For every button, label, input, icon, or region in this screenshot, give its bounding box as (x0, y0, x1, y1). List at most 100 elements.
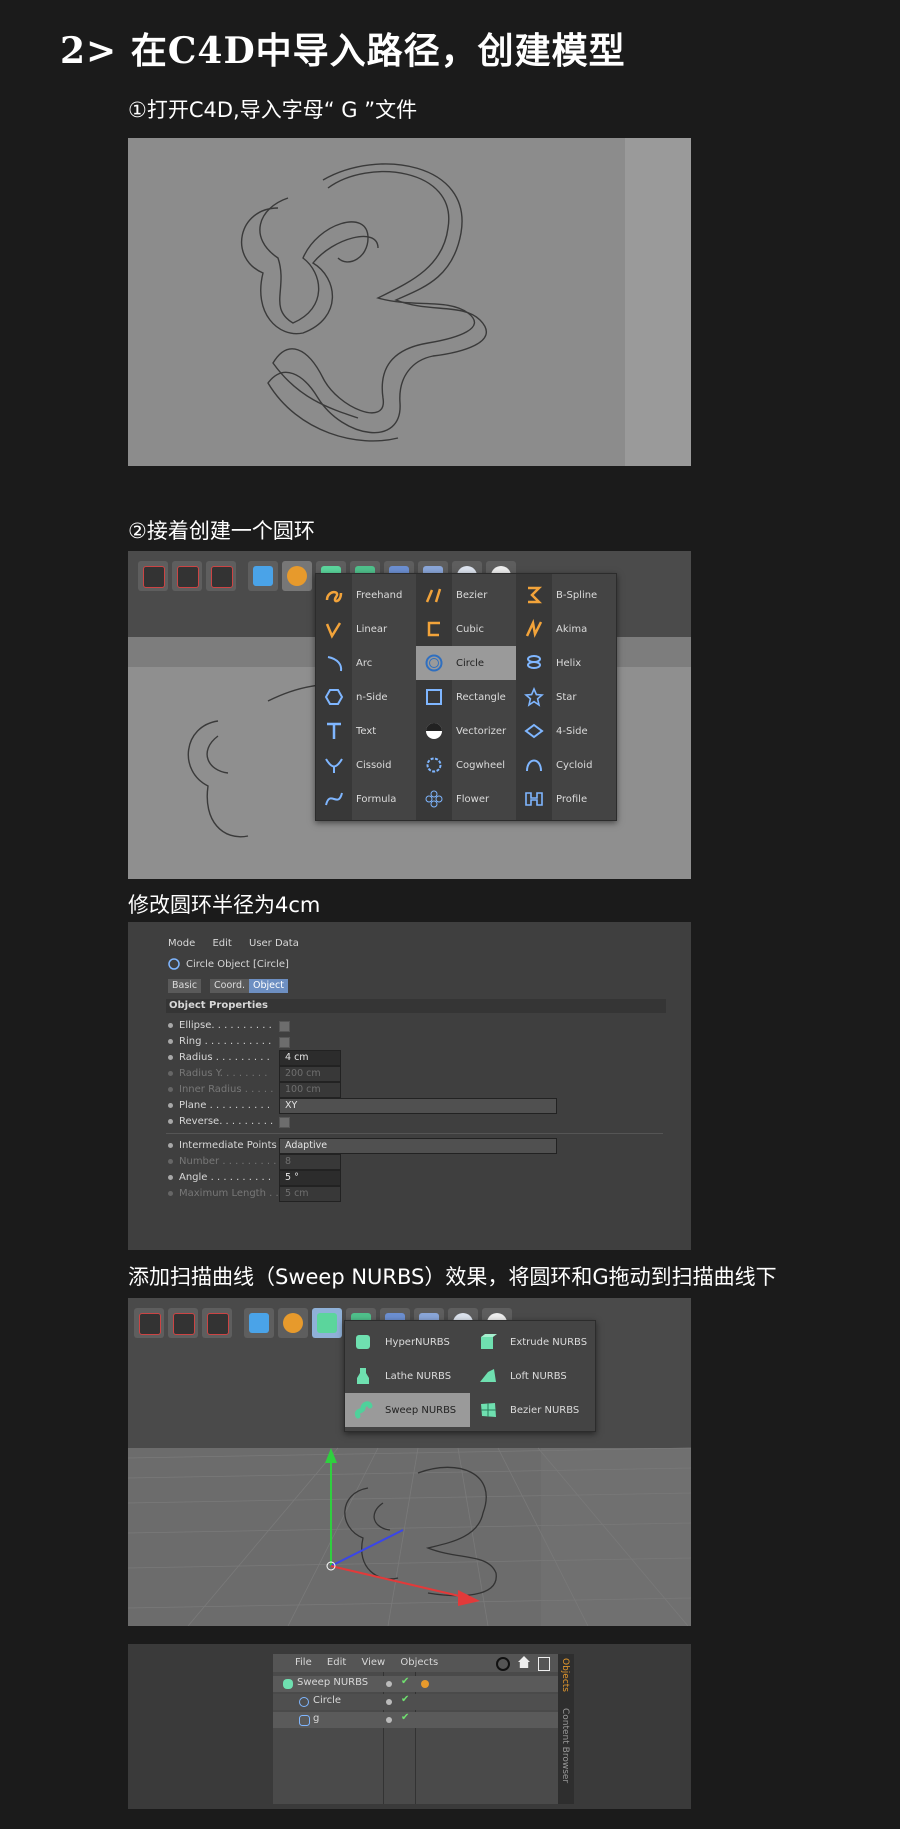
search-icon[interactable] (496, 1657, 510, 1671)
ring-checkbox[interactable] (279, 1037, 290, 1048)
menu-item-extrude-nurbs[interactable]: Extrude NURBS (470, 1325, 595, 1359)
animation-dot[interactable] (168, 1054, 173, 1060)
enabled-check-icon[interactable]: ✔ (401, 1694, 409, 1705)
new-window-icon[interactable] (538, 1657, 550, 1671)
section-header: Object Properties (166, 999, 666, 1013)
menu-item-4side[interactable]: 4-Side (516, 714, 616, 748)
row-plane: Plane . . . . . . . . . . (168, 1098, 270, 1114)
intermediate-points-dropdown[interactable]: Adaptive (279, 1138, 557, 1154)
tag-icon[interactable] (421, 1680, 429, 1688)
animation-dot[interactable] (168, 1118, 173, 1124)
menu-item-loft-nurbs[interactable]: Loft NURBS (470, 1359, 595, 1393)
row-label: Plane . . . . . . . . . . (179, 1100, 271, 1111)
row-label: Ellipse. . . . . . . . . . (179, 1020, 272, 1031)
object-name: Sweep NURBS (297, 1677, 369, 1688)
enabled-check-icon[interactable]: ✔ (401, 1676, 409, 1687)
object-title-text: Circle Object [Circle] (186, 959, 289, 970)
radius-field[interactable]: 4 cm (279, 1050, 341, 1066)
reverse-checkbox[interactable] (279, 1117, 290, 1128)
row-label: Radius Y. . . . . . . . (179, 1068, 268, 1079)
menu-item-cubic[interactable]: Cubic (416, 612, 516, 646)
side-tab-content-browser[interactable]: Content Browser (560, 1708, 570, 1783)
object-row-g[interactable]: g ✔ (273, 1712, 558, 1728)
menu-item-hypernurbs[interactable]: HyperNURBS (345, 1325, 470, 1359)
step-4-caption: 添加扫描曲线（Sweep NURBS）效果，将圆环和G拖动到扫描曲线下 (128, 1265, 777, 1289)
menu-item-lathe-nurbs[interactable]: Lathe NURBS (345, 1359, 470, 1393)
menu-item-freehand[interactable]: Freehand (316, 578, 416, 612)
menu-item-bezier-nurbs[interactable]: Bezier NURBS (470, 1393, 595, 1427)
menu-label: Text (356, 725, 377, 737)
tab-basic[interactable]: Basic (168, 979, 202, 993)
layer-dot[interactable] (386, 1699, 392, 1705)
menu-label: Sweep NURBS (385, 1404, 457, 1416)
row-label: Reverse. . . . . . . . . (179, 1116, 274, 1127)
home-icon[interactable] (518, 1656, 530, 1668)
menu-user-data[interactable]: User Data (249, 938, 299, 949)
menu-item-akima[interactable]: Akima (516, 612, 616, 646)
menu-item-flower[interactable]: Flower (416, 782, 516, 816)
row-ring: Ring . . . . . . . . . . . (168, 1034, 271, 1050)
menu-label: Freehand (356, 589, 403, 601)
menu-label: 4-Side (556, 725, 588, 737)
menu-item-profile[interactable]: Profile (516, 782, 616, 816)
object-row-sweep[interactable]: Sweep NURBS ✔ (273, 1676, 558, 1692)
row-label: Ring . . . . . . . . . . . (179, 1036, 272, 1047)
inner-radius-field: 100 cm (279, 1082, 341, 1098)
menu-item-text[interactable]: Text (316, 714, 416, 748)
tab-coord[interactable]: Coord. (210, 979, 250, 993)
cissoid-icon (322, 753, 346, 777)
menu-item-linear[interactable]: Linear (316, 612, 416, 646)
animation-dot[interactable] (168, 1022, 173, 1028)
animation-dot[interactable] (168, 1142, 173, 1148)
menu-item-star[interactable]: Star (516, 680, 616, 714)
menu-label: Star (556, 691, 577, 703)
angle-field[interactable]: 5 ° (279, 1170, 341, 1186)
animation-dot[interactable] (168, 1102, 173, 1108)
menu-view[interactable]: View (361, 1657, 385, 1668)
layer-dot[interactable] (386, 1717, 392, 1723)
radius-y-field: 200 cm (279, 1066, 341, 1082)
menu-file[interactable]: File (295, 1657, 312, 1668)
spline-icon (299, 1715, 310, 1726)
layer-dot[interactable] (386, 1681, 392, 1687)
menu-item-helix[interactable]: Helix (516, 646, 616, 680)
rectangle-icon (422, 685, 446, 709)
menu-item-bezier[interactable]: Bezier (416, 578, 516, 612)
menu-item-nside[interactable]: n-Side (316, 680, 416, 714)
ellipse-checkbox[interactable] (279, 1021, 290, 1032)
menu-item-arc[interactable]: Arc (316, 646, 416, 680)
object-name: g (313, 1713, 320, 1724)
menu-item-bspline[interactable]: B-Spline (516, 578, 616, 612)
menu-label: Circle (456, 657, 485, 669)
spline-create-menu: Freehand Linear Arc n-Side Text Cissoid … (315, 573, 617, 821)
menu-item-cycloid[interactable]: Cycloid (516, 748, 616, 782)
object-menu-bar: File Edit View Objects (273, 1654, 558, 1672)
enabled-check-icon[interactable]: ✔ (401, 1712, 409, 1723)
menu-label: HyperNURBS (385, 1336, 450, 1348)
animation-dot (168, 1190, 173, 1196)
object-row-circle[interactable]: Circle ✔ (273, 1694, 558, 1710)
menu-item-sweep-nurbs[interactable]: Sweep NURBS (345, 1393, 470, 1427)
plane-dropdown[interactable]: XY (279, 1098, 557, 1114)
tab-object[interactable]: Object (249, 979, 288, 993)
menu-objects[interactable]: Objects (400, 1657, 438, 1668)
flower-icon (422, 787, 446, 811)
menu-edit[interactable]: Edit (212, 938, 231, 949)
animation-dot[interactable] (168, 1038, 173, 1044)
menu-mode[interactable]: Mode (168, 938, 195, 949)
menu-item-cissoid[interactable]: Cissoid (316, 748, 416, 782)
menu-item-vectorizer[interactable]: Vectorizer (416, 714, 516, 748)
menu-item-circle[interactable]: Circle (416, 646, 516, 680)
animation-dot[interactable] (168, 1174, 173, 1180)
menu-item-cogwheel[interactable]: Cogwheel (416, 748, 516, 782)
nurbs-create-menu: HyperNURBS Lathe NURBS Sweep NURBS Extru… (344, 1320, 596, 1432)
extrude-nurbs-icon (476, 1330, 500, 1354)
helix-icon (522, 651, 546, 675)
menu-item-rectangle[interactable]: Rectangle (416, 680, 516, 714)
menu-item-formula[interactable]: Formula (316, 782, 416, 816)
menu-edit[interactable]: Edit (327, 1657, 346, 1668)
attribute-manager-screenshot: Mode Edit User Data Circle Object [Circl… (128, 922, 691, 1250)
row-number: Number . . . . . . . . . (168, 1154, 276, 1170)
side-tab-objects[interactable]: Objects (560, 1658, 570, 1692)
profile-icon (522, 787, 546, 811)
